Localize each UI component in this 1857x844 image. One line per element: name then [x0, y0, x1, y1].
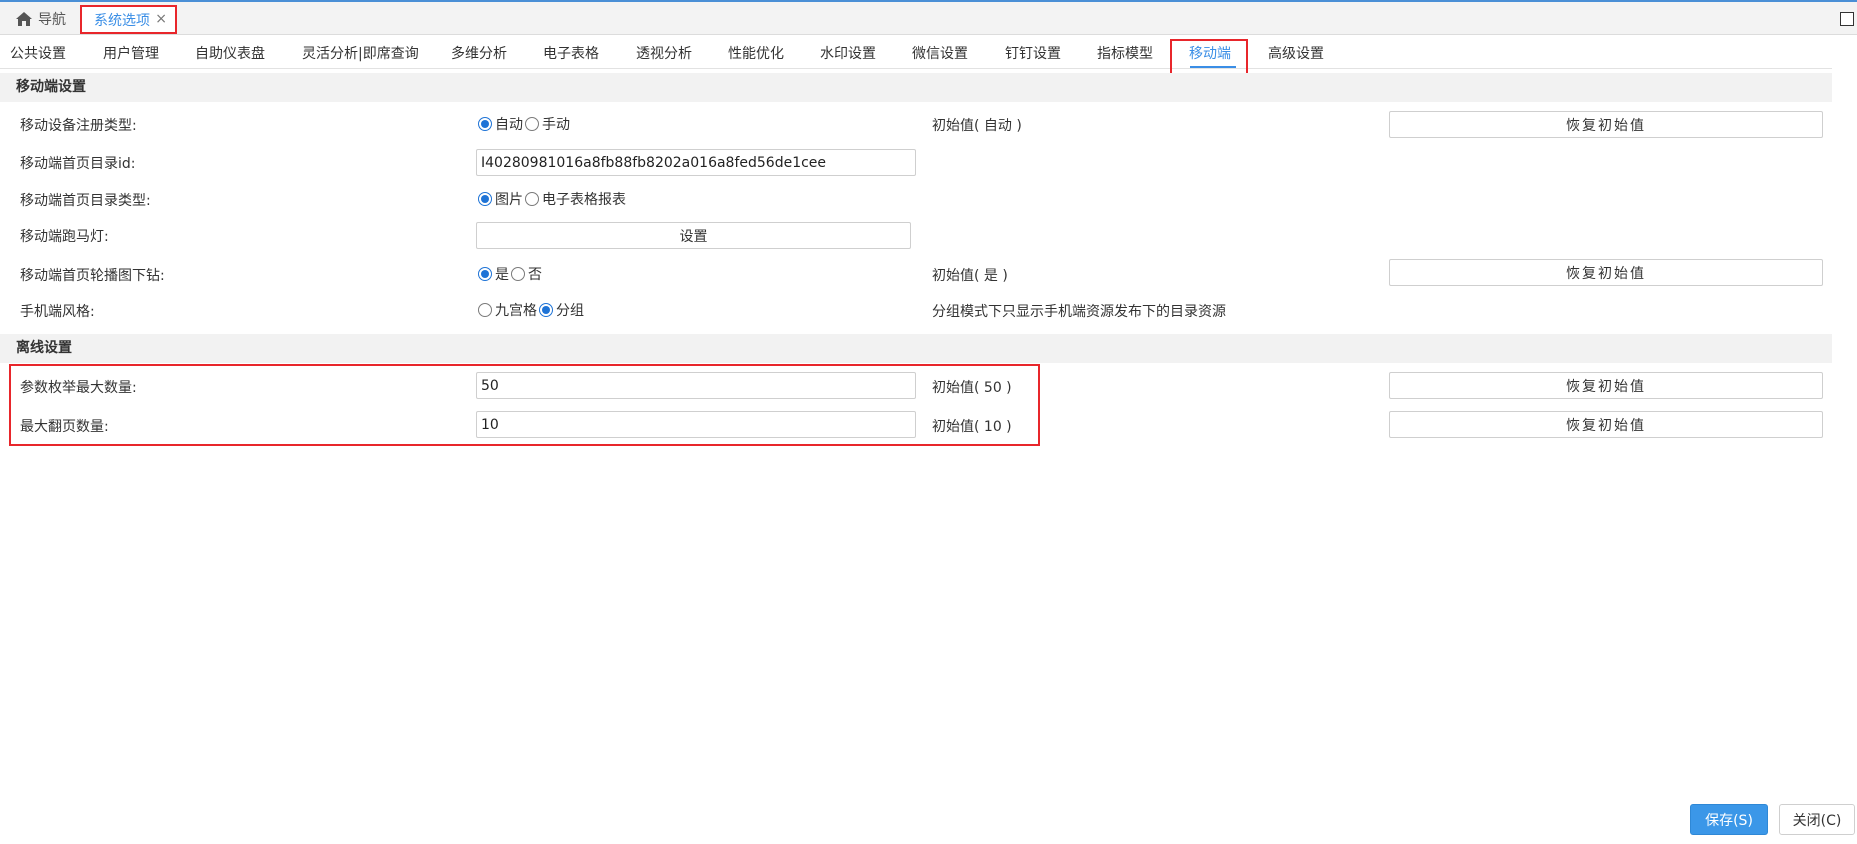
subtab-self-service-dashboard[interactable]: 自助仪表盘	[195, 43, 265, 63]
reset-param-enum-max-button[interactable]: 恢复初始值	[1389, 372, 1823, 399]
radio-image[interactable]	[478, 192, 492, 206]
subtab-mobile[interactable]: 移动端	[1189, 43, 1231, 63]
radio-spreadsheet-report-label: 电子表格报表	[542, 192, 626, 208]
reset-register-type-button[interactable]: 恢复初始值	[1389, 111, 1823, 138]
label-max-page-count: 最大翻页数量:	[20, 419, 109, 435]
subtab-watermark[interactable]: 水印设置	[820, 43, 876, 63]
label-home-dir-type: 移动端首页目录类型:	[20, 193, 151, 209]
initial-max-page-count: 初始值( 10 )	[932, 419, 1012, 435]
save-button[interactable]: 保存(S)	[1690, 804, 1768, 835]
top-tab-bar: 导航 系统选项 ×	[0, 2, 1857, 35]
subtab-metric-model[interactable]: 指标模型	[1097, 43, 1153, 63]
subtab-advanced[interactable]: 高级设置	[1268, 43, 1324, 63]
initial-param-enum-max: 初始值( 50 )	[932, 380, 1012, 396]
register-type-radios: 自动 手动	[478, 114, 572, 134]
label-register-type: 移动设备注册类型:	[20, 118, 137, 134]
carousel-drill-radios: 是 否	[478, 264, 544, 284]
label-marquee: 移动端跑马灯:	[20, 229, 109, 245]
label-phone-style: 手机端风格:	[20, 304, 95, 320]
maximize-icon[interactable]	[1840, 12, 1854, 26]
tab-system-options-label: 系统选项	[94, 12, 150, 29]
radio-auto-label: 自动	[495, 117, 523, 133]
label-home-dir-id: 移动端首页目录id:	[20, 156, 136, 172]
radio-group[interactable]	[539, 303, 553, 317]
label-carousel-drill: 移动端首页轮播图下钻:	[20, 268, 165, 284]
subtab-user-management[interactable]: 用户管理	[103, 43, 159, 63]
max-page-count-input[interactable]	[476, 411, 916, 438]
initial-carousel-drill: 初始值( 是 )	[932, 268, 1008, 284]
phone-style-note: 分组模式下只显示手机端资源发布下的目录资源	[932, 304, 1226, 320]
radio-spreadsheet-report[interactable]	[525, 192, 539, 206]
radio-yes-label: 是	[495, 267, 509, 283]
subtab-performance[interactable]: 性能优化	[728, 43, 784, 63]
radio-grid-label: 九宫格	[495, 303, 537, 319]
radio-manual[interactable]	[525, 117, 539, 131]
radio-yes[interactable]	[478, 267, 492, 281]
subtab-dingtalk[interactable]: 钉钉设置	[1005, 43, 1061, 63]
subtab-public-settings[interactable]: 公共设置	[10, 43, 66, 63]
subtab-pivot-analysis[interactable]: 透视分析	[636, 43, 692, 63]
radio-no-label: 否	[528, 267, 542, 283]
close-tab-icon[interactable]: ×	[155, 11, 167, 27]
reset-carousel-drill-button[interactable]: 恢复初始值	[1389, 259, 1823, 286]
radio-manual-label: 手动	[542, 117, 570, 133]
home-dir-type-radios: 图片 电子表格报表	[478, 189, 628, 209]
home-icon	[16, 12, 32, 26]
subtab-flexible-analysis[interactable]: 灵活分析|即席查询	[302, 43, 419, 63]
home-dir-id-input[interactable]	[476, 149, 916, 176]
radio-group-label: 分组	[556, 303, 584, 319]
nav-home-tab[interactable]: 导航	[16, 8, 66, 30]
tab-system-options[interactable]: 系统选项 ×	[80, 5, 177, 34]
settings-subtabs: 公共设置 用户管理 自助仪表盘 灵活分析|即席查询 多维分析 电子表格 透视分析…	[0, 35, 1832, 69]
subtab-spreadsheet[interactable]: 电子表格	[543, 43, 599, 63]
active-subtab-underline	[1190, 66, 1236, 68]
section-mobile-settings: 移动端设置	[0, 73, 1832, 102]
radio-image-label: 图片	[495, 192, 523, 208]
initial-register-type: 初始值( 自动 )	[932, 118, 1022, 134]
subtab-multidimensional-analysis[interactable]: 多维分析	[451, 43, 507, 63]
param-enum-max-input[interactable]	[476, 372, 916, 399]
marquee-settings-button[interactable]: 设置	[476, 222, 911, 249]
reset-max-page-count-button[interactable]: 恢复初始值	[1389, 411, 1823, 438]
close-button[interactable]: 关闭(C)	[1779, 804, 1855, 835]
radio-auto[interactable]	[478, 117, 492, 131]
radio-grid[interactable]	[478, 303, 492, 317]
nav-home-label: 导航	[38, 12, 66, 28]
section-offline-settings: 离线设置	[0, 334, 1832, 363]
subtab-wechat[interactable]: 微信设置	[912, 43, 968, 63]
radio-no[interactable]	[511, 267, 525, 281]
label-param-enum-max: 参数枚举最大数量:	[20, 380, 137, 396]
phone-style-radios: 九宫格 分组	[478, 300, 586, 320]
